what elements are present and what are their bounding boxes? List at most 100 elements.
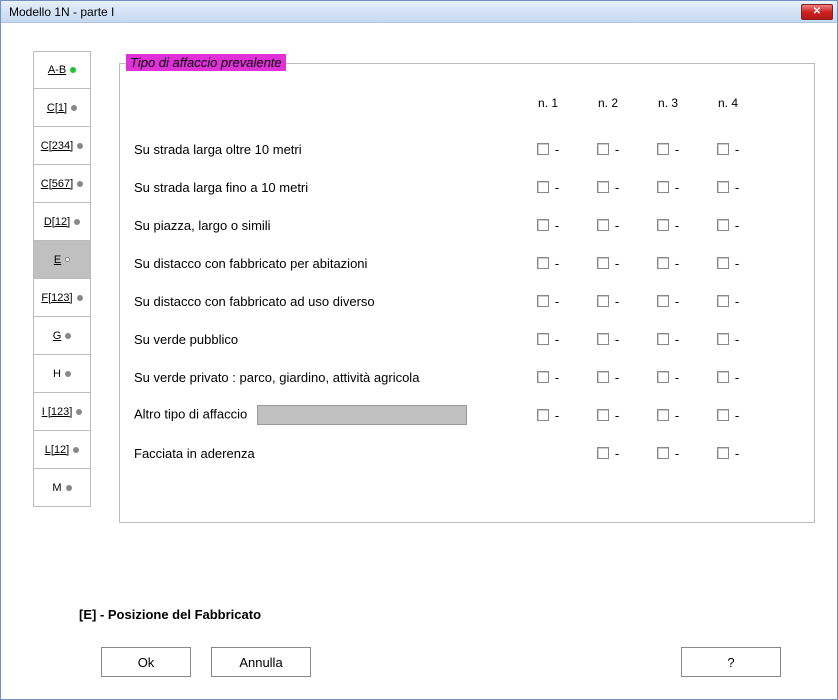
dash-label: - [735,408,739,423]
status-dot-icon [77,295,83,301]
window-title: Modello 1N - parte I [5,5,801,19]
sidebar-item-label: A-B [48,64,66,76]
checkbox[interactable] [717,295,729,307]
dash-label: - [615,446,619,461]
dash-label: - [555,256,559,271]
checkbox[interactable] [537,181,549,193]
checkbox[interactable] [537,257,549,269]
status-dot-icon [71,105,77,111]
checkbox[interactable] [597,447,609,459]
dash-label: - [735,332,739,347]
dash-label: - [735,294,739,309]
table-row: Su distacco con fabbricato per abitazion… [120,244,814,282]
sidebar-item-label: D[12] [44,216,70,228]
help-button[interactable]: ? [681,647,781,677]
dash-label: - [675,256,679,271]
checkbox[interactable] [537,143,549,155]
dash-label: - [675,370,679,385]
cell: - [638,142,698,157]
altro-affaccio-input[interactable] [257,405,467,425]
checkbox[interactable] [597,143,609,155]
cell: - [698,370,758,385]
sidebar-item-label: G [53,330,62,342]
dash-label: - [555,332,559,347]
checkbox[interactable] [597,257,609,269]
table-row: Altro tipo di affaccio---- [120,396,814,434]
checkbox[interactable] [717,219,729,231]
sidebar-item-f123[interactable]: F[123] [34,279,90,317]
checkbox[interactable] [597,333,609,345]
cell: - [698,332,758,347]
close-icon: ✕ [813,6,821,17]
sidebar-item-c234[interactable]: C[234] [34,127,90,165]
cancel-button[interactable]: Annulla [211,647,311,677]
row-label: Su distacco con fabbricato per abitazion… [120,256,518,271]
sidebar-item-c1[interactable]: C[1] [34,89,90,127]
cell: - [638,370,698,385]
cell: - [638,294,698,309]
checkbox[interactable] [717,143,729,155]
checkbox[interactable] [717,181,729,193]
cell: - [698,256,758,271]
sidebar-item-d12[interactable]: D[12] [34,203,90,241]
checkbox[interactable] [657,409,669,421]
checkbox[interactable] [537,219,549,231]
cancel-button-label: Annulla [239,655,282,670]
table-row: Facciata in aderenza---- [120,434,814,472]
status-dot-icon [74,219,80,225]
close-button[interactable]: ✕ [801,4,833,20]
row-label: Su verde pubblico [120,332,518,347]
checkbox[interactable] [597,219,609,231]
row-label-text: Altro tipo di affaccio [134,406,247,421]
ok-button[interactable]: Ok [101,647,191,677]
sidebar-item-label: C[1] [47,102,67,114]
sidebar-item-e[interactable]: E [34,241,90,279]
checkbox[interactable] [717,371,729,383]
checkbox[interactable] [597,181,609,193]
cell: - [698,142,758,157]
checkbox[interactable] [537,371,549,383]
dash-label: - [735,180,739,195]
checkbox[interactable] [657,181,669,193]
checkbox[interactable] [657,219,669,231]
sidebar-item-m[interactable]: M [34,469,90,507]
checkbox[interactable] [717,257,729,269]
checkbox[interactable] [717,447,729,459]
checkbox[interactable] [717,409,729,421]
table-row: Su strada larga oltre 10 metri---- [120,130,814,168]
sidebar-item-c567[interactable]: C[567] [34,165,90,203]
group-title: Tipo di affaccio prevalente [126,54,286,71]
checkbox[interactable] [657,295,669,307]
sidebar-item-g[interactable]: G [34,317,90,355]
cell: - [578,218,638,233]
cell: - [518,332,578,347]
checkbox[interactable] [537,295,549,307]
checkbox[interactable] [537,333,549,345]
checkbox[interactable] [597,371,609,383]
checkbox[interactable] [537,409,549,421]
checkbox[interactable] [657,447,669,459]
dash-label: - [735,446,739,461]
checkbox[interactable] [597,295,609,307]
sidebar-item-h[interactable]: H [34,355,90,393]
checkbox[interactable] [657,257,669,269]
checkbox[interactable] [597,409,609,421]
checkbox[interactable] [717,333,729,345]
table-row: Su verde pubblico---- [120,320,814,358]
sidebar-item-ab[interactable]: A-B [34,51,90,89]
dash-label: - [675,180,679,195]
row-label: Altro tipo di affaccio [120,405,518,425]
row-label: Facciata in aderenza [120,446,518,461]
dash-label: - [555,408,559,423]
column-header: n. 2 [578,96,638,110]
sidebar-item-l12[interactable]: L[12] [34,431,90,469]
group-affaccio: Tipo di affaccio prevalente n. 1n. 2n. 3… [119,63,815,523]
sidebar-item-label: M [52,482,61,494]
checkbox[interactable] [657,143,669,155]
checkbox[interactable] [657,371,669,383]
dash-label: - [615,142,619,157]
cell: - [518,408,578,423]
table-row: Su verde privato : parco, giardino, atti… [120,358,814,396]
sidebar-item-i123[interactable]: I [123] [34,393,90,431]
checkbox[interactable] [657,333,669,345]
